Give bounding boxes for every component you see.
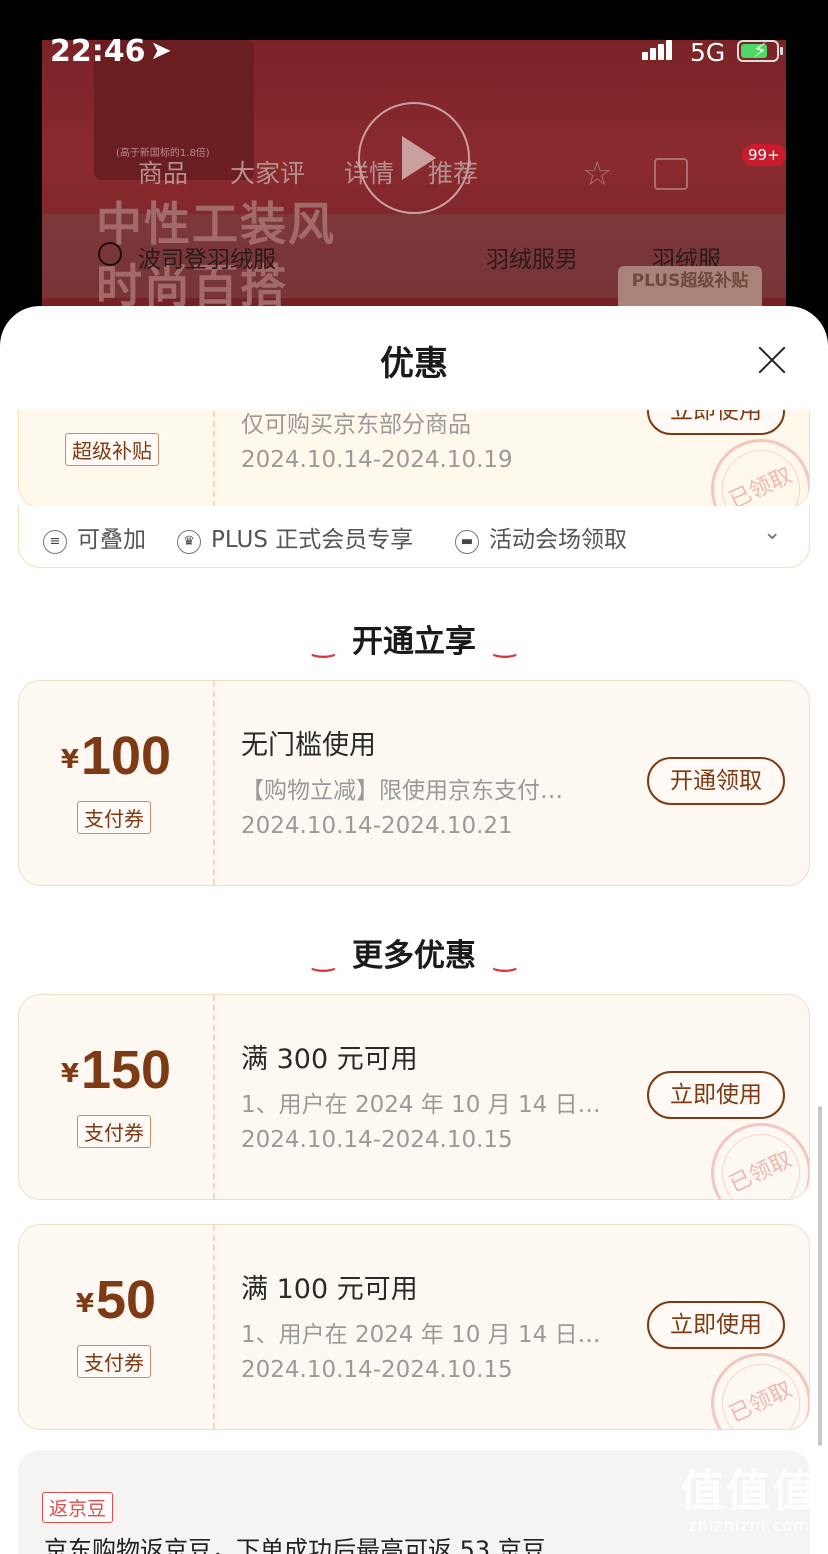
location-arrow-icon: ➤ [150, 36, 172, 66]
perk-plus-member: ♛ PLUS 正式会员专享 [177, 520, 413, 554]
signal-icon [642, 40, 674, 60]
scrollbar[interactable] [818, 1106, 822, 1446]
use-now-button[interactable]: 立即使用 [647, 1301, 785, 1349]
status-bar: 22:46 ➤ 5G ⚡ [0, 0, 828, 100]
card-divider [213, 410, 215, 507]
coupon-card: ¥50 支付券 满 100 元可用 1、用户在 2024 年 10 月 14 日… [18, 1224, 810, 1430]
star-icon: ☆ [582, 154, 613, 194]
coupon-date: 2024.10.14-2024.10.21 [241, 813, 513, 839]
coupon-card-open: ¥100 支付券 无门槛使用 【购物立减】限使用京东支付… 2024.10.14… [18, 680, 810, 886]
coupon-date: 2024.10.14-2024.10.15 [241, 1127, 513, 1153]
coupon-price: ¥150 [60, 1040, 172, 1100]
battery-charging-icon: ⚡ [737, 38, 779, 62]
use-now-button[interactable]: 立即使用 [647, 410, 785, 435]
search-icon [98, 242, 122, 266]
coupon-perks: ≡ 可叠加 ♛ PLUS 正式会员专享 ▬ 活动会场领取 ⌄ [18, 506, 810, 568]
coupon-card-super-subsidy: 超级补贴 仅可购买京东部分商品 2024.10.14-2024.10.19 立即… [18, 410, 810, 508]
coupon-date: 2024.10.14-2024.10.19 [241, 447, 513, 473]
section-title-open: ‿ 开通立享 ‿ [312, 624, 516, 660]
coupon-desc: 仅可购买京东部分商品 [241, 412, 471, 438]
coupon-tag: 支付券 [77, 1345, 151, 1378]
claimed-stamp: 已领取 [694, 1336, 809, 1429]
cart-badge: 99+ [742, 144, 786, 166]
use-now-button[interactable]: 立即使用 [647, 1071, 785, 1119]
coupon-title: 满 300 元可用 [241, 1044, 418, 1075]
coupon-desc: 1、用户在 2024 年 10 月 14 日2… [241, 1092, 611, 1118]
suggestion-1: 羽绒服男 [486, 247, 578, 273]
coupon-price: ¥100 [60, 726, 172, 786]
coupon-title: 满 100 元可用 [241, 1274, 418, 1305]
stack-icon: ≡ [43, 530, 67, 554]
bean-tag: 返京豆 [42, 1492, 114, 1523]
battery-tip [780, 47, 783, 55]
nav-tab-product: 商品 [138, 159, 189, 188]
share-icon [654, 158, 688, 190]
open-claim-button[interactable]: 开通领取 [647, 757, 785, 805]
smile-icon: ‿ [312, 943, 334, 973]
coupon-tag: 支付券 [77, 801, 151, 834]
perk-stackable: ≡ 可叠加 [43, 520, 146, 554]
card-divider [213, 681, 215, 885]
nav-tab-reviews: 大家评 [230, 159, 306, 188]
clock: 22:46 [50, 34, 146, 69]
coupon-desc: 1、用户在 2024 年 10 月 14 日2… [241, 1322, 611, 1348]
coupon-sheet: 优惠 超级补贴 仅可购买京东部分商品 2024.10.14-2024.10.19… [0, 306, 828, 1554]
coupon-list[interactable]: 超级补贴 仅可购买京东部分商品 2024.10.14-2024.10.19 立即… [0, 410, 828, 1554]
coupon-date: 2024.10.14-2024.10.15 [241, 1357, 513, 1383]
coupon-tag: 超级补贴 [65, 433, 159, 466]
watermark-logo: 值值值 [680, 1466, 818, 1517]
play-video-icon [358, 102, 470, 214]
claimed-stamp: 已领取 [694, 422, 809, 507]
coupon-price: ¥50 [75, 1270, 157, 1330]
ticket-icon: ▬ [455, 530, 479, 554]
smile-icon: ‿ [494, 943, 516, 973]
perk-venue: ▬ 活动会场领取 [455, 520, 627, 554]
claimed-stamp: 已领取 [694, 1106, 809, 1199]
bean-text: 京东购物返京豆，下单成功后最高可返 53 京豆 [44, 1536, 546, 1554]
coupon-desc: 【购物立减】限使用京东支付… [241, 778, 563, 804]
coupon-title: 无门槛使用 [241, 730, 376, 761]
card-divider [213, 995, 215, 1199]
site-watermark: 值值值 zhizhizhi.com [676, 1466, 822, 1536]
smile-icon: ‿ [494, 629, 516, 659]
coupon-card: ¥150 支付券 满 300 元可用 1、用户在 2024 年 10 月 14 … [18, 994, 810, 1200]
coupon-tag: 支付券 [77, 1115, 151, 1148]
section-title-more: ‿ 更多优惠 ‿ [312, 938, 516, 974]
smile-icon: ‿ [312, 629, 334, 659]
watermark-url: zhizhizhi.com [688, 1516, 810, 1535]
close-icon[interactable] [752, 340, 792, 380]
crown-icon: ♛ [177, 530, 201, 554]
card-divider [213, 1225, 215, 1429]
network-type: 5G [690, 38, 726, 67]
chevron-down-icon[interactable]: ⌄ [763, 520, 781, 545]
sheet-title: 优惠 [380, 344, 448, 384]
search-query: 波司登羽绒服 [138, 247, 276, 273]
